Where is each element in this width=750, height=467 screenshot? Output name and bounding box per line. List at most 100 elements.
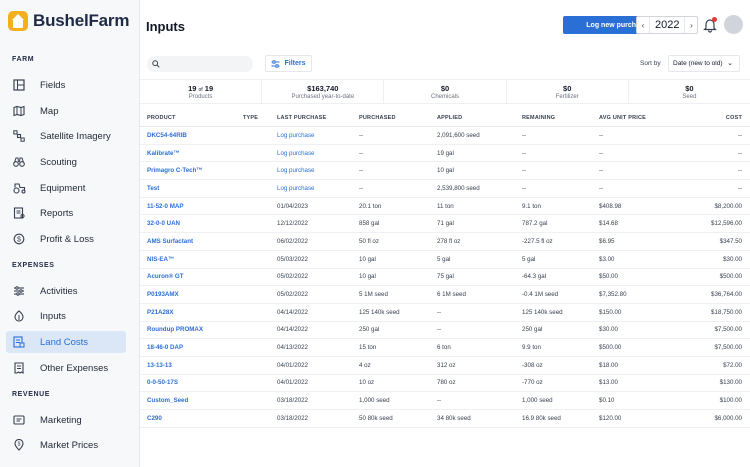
product-link[interactable]: P0193AMX [140, 291, 243, 298]
table-body: DKC54-64RIB Log purchase -- 2,091,600 seed -… [140, 127, 750, 428]
sidebar-item-reports[interactable]: Reports [6, 202, 126, 224]
sort-select[interactable]: Date (new to old) ⌄ [668, 55, 740, 72]
table-row: Roundup PROMAX 04/14/2022 250 gal -- 250 gal… [140, 322, 750, 340]
column-header-product[interactable]: PRODUCT [140, 115, 243, 121]
applied-cell: 5 gal [437, 255, 451, 263]
avg-unit-price-cell: -- [599, 131, 604, 139]
remaining-cell: 5 gal [522, 255, 536, 263]
sidebar-item-market-prices[interactable]: $ Market Prices [6, 434, 126, 456]
summary-label: Fertilizer [555, 93, 579, 100]
sidebar-item-label: Scouting [40, 156, 77, 168]
product-link[interactable]: Kalibrate™ [140, 150, 243, 157]
product-link[interactable]: AMS Surfactant [140, 238, 243, 245]
cost-cell: -- [737, 131, 742, 139]
product-link[interactable]: DKC54-64RIB [140, 132, 243, 139]
search-box [147, 56, 253, 72]
column-header-purchased[interactable]: PURCHASED [352, 115, 430, 121]
table-row: DKC54-64RIB Log purchase -- 2,091,600 seed -… [140, 127, 750, 145]
chevron-right-icon: › [690, 20, 693, 30]
remaining-cell: -0.4 1M seed [522, 291, 559, 299]
next-year-button[interactable]: › [685, 17, 697, 33]
app-name: BushelFarm [33, 11, 130, 30]
prev-year-button[interactable]: ‹ [637, 17, 649, 33]
cost-cell: -- [737, 167, 742, 175]
product-link[interactable]: P21A28X [140, 309, 243, 316]
sidebar-item-label: Market Prices [40, 439, 99, 451]
column-header-type[interactable]: TYPE [243, 115, 270, 121]
search-input[interactable] [163, 60, 248, 68]
product-link[interactable]: Custom_Seed [140, 397, 243, 404]
applied-cell: 19 gal [437, 149, 454, 157]
log-purchase-link[interactable]: Log purchase [270, 185, 352, 192]
product-link[interactable]: C290 [140, 415, 243, 422]
product-link[interactable]: 13-13-13 [140, 362, 243, 369]
log-purchase-link[interactable]: Log purchase [270, 150, 352, 157]
sidebar-item-label: Fields [40, 79, 66, 91]
remaining-cell: -770 oz [522, 379, 543, 387]
sidebar-item-map[interactable]: Map [6, 100, 126, 122]
fields-icon [12, 78, 26, 92]
log-purchase-link[interactable]: Log purchase [270, 167, 352, 174]
sidebar-item-land-costs[interactable]: Land Costs [6, 331, 126, 353]
sidebar-item-equipment[interactable]: Equipment [6, 177, 126, 199]
sidebar-item-satellite-imagery[interactable]: Satellite Imagery [6, 125, 126, 147]
sidebar-item-other-expenses[interactable]: Other Expenses [6, 357, 126, 379]
sidebar-item-label: Activities [40, 285, 78, 297]
log-purchase-link[interactable]: Log purchase [270, 132, 352, 139]
sidebar-item-profit-loss[interactable]: $ Profit & Loss [6, 228, 126, 250]
table-row: P0193AMX 05/02/2022 5 1M seed 6 1M seed -0.4… [140, 286, 750, 304]
product-link[interactable]: Roundup PROMAX [140, 326, 243, 333]
summary-total: 19 [204, 83, 214, 93]
product-link[interactable]: Acuron® GT [140, 273, 243, 280]
remaining-cell: 16.9 80k seed [522, 414, 561, 422]
column-header-remaining[interactable]: REMAINING [515, 115, 592, 121]
product-link[interactable]: 18-46-0 DAP [140, 344, 243, 351]
product-link[interactable]: Test [140, 185, 243, 192]
column-header-last-purchase[interactable]: LAST PURCHASE [270, 115, 352, 121]
tractor-icon [12, 181, 26, 195]
sidebar-item-marketing[interactable]: Marketing [6, 409, 126, 431]
column-header-avg-unit-price[interactable]: AVG UNIT PRICE [592, 115, 672, 121]
purchased-cell: 4 oz [359, 361, 371, 369]
applied-cell: 312 oz [437, 361, 456, 369]
sidebar-item-label: Profit & Loss [40, 233, 94, 245]
purchased-cell: 15 ton [359, 344, 377, 352]
table-row: Kalibrate™ Log purchase -- 19 gal -- -- -- [140, 145, 750, 163]
table-row: P21A28X 04/14/2022 125 140k seed -- 125 140k… [140, 304, 750, 322]
table-row: NIS-EA™ 05/03/2022 10 gal 5 gal 5 gal $3.00 $3… [140, 251, 750, 269]
cost-cell: $18,750.00 [711, 308, 742, 316]
avg-unit-price-cell: $13.00 [599, 379, 618, 387]
sidebar-item-fields[interactable]: Fields [6, 74, 126, 96]
applied-cell: -- [437, 308, 442, 316]
column-header-applied[interactable]: APPLIED [430, 115, 515, 121]
page-title: Inputs [146, 19, 185, 34]
map-icon [12, 104, 26, 118]
svg-text:$: $ [17, 237, 21, 244]
column-header-cost[interactable]: COST [672, 115, 750, 121]
last-purchase-cell: 03/18/2022 [277, 414, 308, 422]
table-row: Custom_Seed 03/18/2022 1,000 seed -- 1,000 s… [140, 392, 750, 410]
product-link[interactable]: NIS-EA™ [140, 256, 243, 263]
avg-unit-price-cell: $0.10 [599, 397, 615, 405]
remaining-cell: -227.5 fl oz [522, 237, 553, 245]
last-purchase-cell: 05/02/2022 [277, 291, 308, 299]
sidebar-item-scouting[interactable]: Scouting [6, 151, 126, 173]
table-row: C290 03/18/2022 50 80k seed 34 80k seed 16.9… [140, 410, 750, 428]
chevron-left-icon: ‹ [641, 20, 645, 30]
sidebar-item-inputs[interactable]: Inputs [6, 305, 126, 327]
table-row: 18-46-0 DAP 04/13/2022 15 ton 6 ton 9.9 ton $… [140, 339, 750, 357]
avg-unit-price-cell: $3.00 [599, 255, 615, 263]
barn-logo-icon [8, 11, 28, 31]
last-purchase-cell: 04/13/2022 [277, 344, 308, 352]
filters-button[interactable]: Filters [265, 55, 312, 72]
product-link[interactable]: 11-52-0 MAP [140, 203, 243, 210]
report-icon [12, 206, 26, 220]
product-link[interactable]: 32-0-0 UAN [140, 220, 243, 227]
cost-cell: $347.50 [719, 237, 742, 245]
avatar[interactable] [724, 15, 743, 34]
product-link[interactable]: 0-0-50-17S [140, 379, 243, 386]
product-link[interactable]: Primagro C-Tech™ [140, 167, 243, 174]
avg-unit-price-cell: $50.00 [599, 273, 618, 281]
sidebar-item-activities[interactable]: Activities [6, 280, 126, 302]
app-logo[interactable]: BushelFarm [8, 11, 129, 31]
